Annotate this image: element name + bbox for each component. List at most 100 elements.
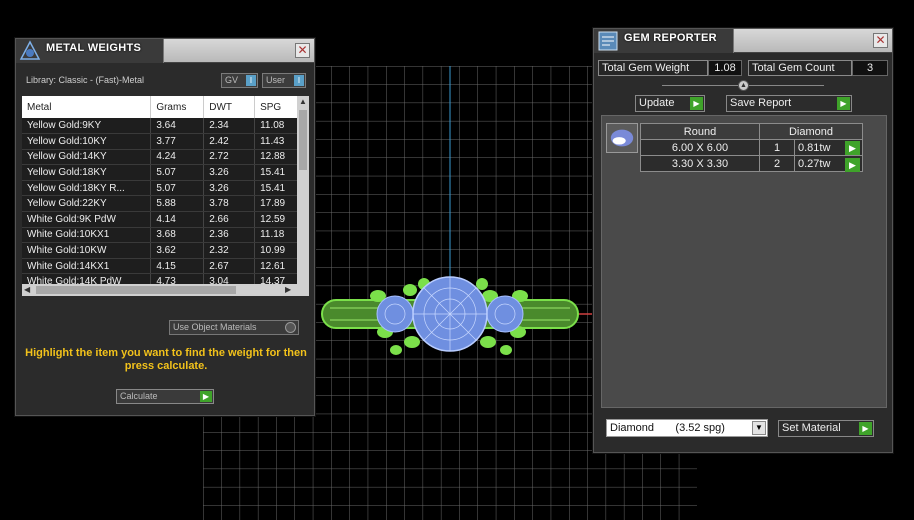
table-row[interactable]: Yellow Gold:18KY 5.07 3.26 15.41 (22, 164, 303, 181)
table-row[interactable]: White Gold:10KW 3.62 2.32 10.99 (22, 242, 303, 259)
gv-label: GV (225, 75, 239, 85)
material-select[interactable]: Diamond (3.52 spg) ▼ (606, 419, 768, 437)
table-cell: Yellow Gold:9KY (22, 118, 152, 135)
scroll-thumb[interactable] (36, 286, 236, 294)
user-toggle-knob: I (294, 75, 304, 86)
gem-row[interactable]: 6.00 X 6.00 1 0.81tw (640, 139, 863, 156)
play-icon: ▶ (200, 391, 212, 402)
total-gem-count-label: Total Gem Count (748, 60, 852, 76)
table-cell: 2.32 (203, 242, 256, 259)
collapse-icon[interactable]: ▲ (738, 80, 749, 91)
metal-weights-panel: METAL WEIGHTS ✕ Library: Classic - (Fast… (15, 38, 315, 416)
column-header[interactable]: Grams (150, 96, 205, 118)
table-row[interactable]: Yellow Gold:18KY R... 5.07 3.26 15.41 (22, 180, 303, 197)
table-cell: 15.41 (254, 164, 303, 181)
update-button[interactable]: Update ▶ (635, 95, 705, 112)
table-cell: 11.18 (254, 227, 303, 244)
gem-row[interactable]: 3.30 X 3.30 2 0.27tw (640, 155, 863, 172)
set-material-label: Set Material (782, 422, 841, 434)
table-cell: 3.26 (203, 180, 256, 197)
column-header[interactable]: DWT (203, 96, 256, 118)
table-cell: 2.36 (203, 227, 256, 244)
metal-weights-title: METAL WEIGHTS (46, 42, 142, 54)
table-row[interactable]: Yellow Gold:14KY 4.24 2.72 12.88 (22, 149, 303, 166)
table-cell: 5.07 (150, 164, 205, 181)
scroll-thumb[interactable] (299, 110, 307, 170)
horizontal-scrollbar[interactable]: ◀ ▶ (22, 284, 309, 296)
gem-list-area: Round Diamond 6.00 X 6.00 1 0.81tw 3.30 … (601, 115, 887, 408)
close-icon[interactable]: ✕ (295, 43, 310, 58)
table-cell: White Gold:9K PdW (22, 211, 152, 228)
gv-toggle[interactable]: GV I (221, 73, 258, 88)
table-row[interactable]: White Gold:14KX1 4.15 2.67 12.61 (22, 258, 303, 275)
user-label: User (266, 75, 286, 85)
table-cell: White Gold:10KX1 (22, 227, 152, 244)
table-cell: 3.64 (150, 118, 205, 135)
round-diamond-icon[interactable] (606, 123, 638, 153)
use-object-materials-label: Use Object Materials (173, 322, 257, 332)
table-cell: Yellow Gold:18KY (22, 164, 152, 181)
table-cell: Yellow Gold:18KY R... (22, 180, 152, 197)
total-gem-weight-value: 1.08 (708, 60, 742, 76)
table-cell: 5.07 (150, 180, 205, 197)
metal-table[interactable]: Metal Grams DWT SPG Yellow Gold:9KY 3.64 2… (22, 96, 309, 296)
chevron-down-icon: ▼ (752, 421, 766, 435)
total-gem-weight-label: Total Gem Weight (598, 60, 708, 76)
table-row[interactable]: White Gold:10KX1 3.68 2.36 11.18 (22, 227, 303, 244)
table-cell: 3.62 (150, 242, 205, 259)
table-cell: 12.59 (254, 211, 303, 228)
save-report-label: Save Report (730, 97, 792, 109)
table-cell: 4.24 (150, 149, 205, 166)
table-cell: White Gold:14KX1 (22, 258, 152, 275)
table-cell: 4.14 (150, 211, 205, 228)
table-cell: 3.78 (203, 195, 256, 213)
use-object-materials-toggle[interactable]: Use Object Materials (169, 320, 299, 335)
table-cell: 15.41 (254, 180, 303, 197)
table-row[interactable]: Yellow Gold:10KY 3.77 2.42 11.43 (22, 133, 303, 150)
table-row[interactable]: Yellow Gold:22KY 5.88 3.78 17.89 (22, 195, 303, 213)
gem-size: 6.00 X 6.00 (640, 139, 760, 156)
table-cell: Yellow Gold:14KY (22, 149, 152, 166)
calculate-button[interactable]: Calculate ▶ (116, 389, 214, 404)
table-cell: Yellow Gold:22KY (22, 195, 152, 213)
table-cell: 3.77 (150, 133, 205, 150)
total-gem-count-value: 3 (852, 60, 888, 76)
gem-row-go-icon[interactable]: ▶ (845, 158, 860, 172)
table-cell: 2.66 (203, 211, 256, 228)
gem-reporter-title: GEM REPORTER (624, 32, 717, 44)
table-row[interactable]: Yellow Gold:9KY 3.64 2.34 11.08 (22, 118, 303, 135)
set-material-button[interactable]: Set Material ▶ (778, 420, 874, 437)
table-cell: 2.42 (203, 133, 256, 150)
table-cell: 11.43 (254, 133, 303, 150)
gem-reporter-titlebar[interactable]: GEM REPORTER ✕ (594, 29, 892, 53)
table-cell: 17.89 (254, 195, 303, 213)
shape-header: Round (640, 123, 760, 140)
table-cell: 12.88 (254, 149, 303, 166)
play-icon: ▶ (859, 422, 872, 435)
table-cell: Yellow Gold:10KY (22, 133, 152, 150)
table-cell: 12.61 (254, 258, 303, 275)
metal-weights-titlebar[interactable]: METAL WEIGHTS ✕ (16, 39, 314, 63)
table-cell: 2.72 (203, 149, 256, 166)
play-icon: ▶ (690, 97, 703, 110)
table-cell: White Gold:10KW (22, 242, 152, 259)
gv-toggle-knob: I (246, 75, 256, 86)
table-cell: 10.99 (254, 242, 303, 259)
table-cell: 3.26 (203, 164, 256, 181)
table-cell: 11.08 (254, 118, 303, 135)
column-header[interactable]: SPG (254, 96, 303, 118)
calculate-label: Calculate (120, 391, 158, 401)
user-toggle[interactable]: User I (262, 73, 306, 88)
table-cell: 2.34 (203, 118, 256, 135)
gem-row-go-icon[interactable]: ▶ (845, 141, 860, 155)
close-icon[interactable]: ✕ (873, 33, 888, 48)
column-header[interactable]: Metal (22, 96, 152, 118)
table-row[interactable]: White Gold:9K PdW 4.14 2.66 12.59 (22, 211, 303, 228)
gem-table: Round Diamond 6.00 X 6.00 1 0.81tw 3.30 … (640, 123, 863, 172)
save-report-button[interactable]: Save Report ▶ (726, 95, 852, 112)
play-icon: ▶ (837, 97, 850, 110)
table-cell: 5.88 (150, 195, 205, 213)
vertical-scrollbar[interactable]: ▲ (297, 96, 309, 284)
metal-table-header: Metal Grams DWT SPG (22, 96, 303, 118)
gem-size: 3.30 X 3.30 (640, 155, 760, 172)
